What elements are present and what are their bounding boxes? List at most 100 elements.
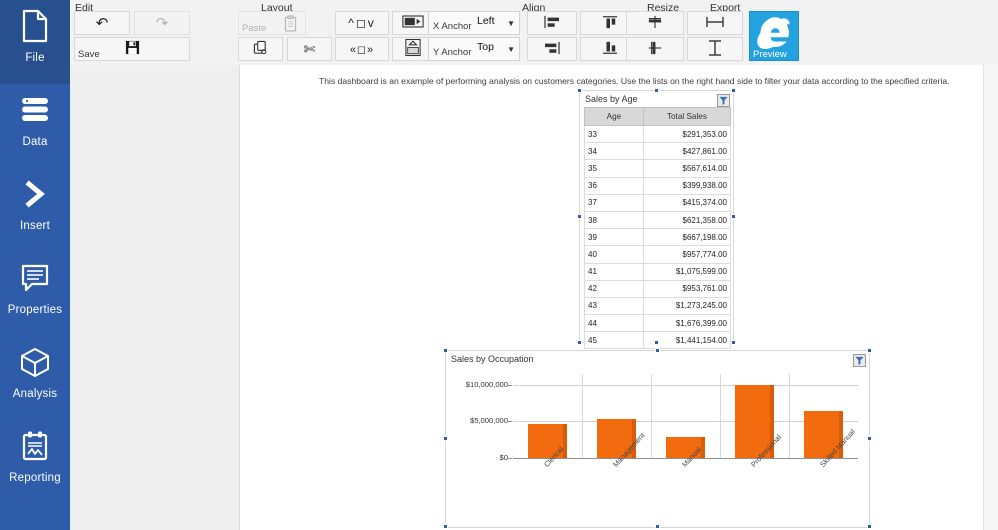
y-axis-tick <box>508 458 512 459</box>
same-width-button[interactable] <box>687 11 743 35</box>
x-anchor-value: Left <box>477 15 495 27</box>
resize-handle-s[interactable] <box>654 340 659 345</box>
sidebar-item-reporting[interactable]: Reporting <box>0 420 70 504</box>
y-anchor-select[interactable]: Y Anchor Top ▼ <box>428 37 520 61</box>
sidebar-item-label: Analysis <box>12 388 58 400</box>
filter-icon[interactable] <box>717 94 730 107</box>
table-body: 33 $291,353.00 34 $427,861.00 35 $567,614.00 3… <box>584 124 732 350</box>
paste-button[interactable]: Paste <box>238 11 306 35</box>
cell-age: 41 <box>584 262 644 281</box>
resize-handle-ne[interactable] <box>867 348 872 353</box>
table-row[interactable]: 37 $415,374.00 <box>584 193 732 212</box>
table-row[interactable]: 36 $399,938.00 <box>584 176 732 195</box>
redo-button[interactable]: ↷ <box>134 11 190 35</box>
widget-title: Sales by Age <box>585 94 638 104</box>
table-row[interactable]: 34 $427,861.00 <box>584 142 732 161</box>
workspace: This dashboard is an example of performi… <box>70 65 998 530</box>
resize-handle-n[interactable] <box>654 88 659 93</box>
move-vertical-icon: ^◻v <box>348 16 376 30</box>
table-row[interactable]: 35 $567,614.00 <box>584 159 732 178</box>
cell-total-sales: $621,358.00 <box>642 210 732 230</box>
same-height-button[interactable] <box>687 37 743 61</box>
paste-label: Paste <box>242 22 267 34</box>
cell-age: 43 <box>584 296 644 316</box>
table-row[interactable]: 44 $1,676,399.00 <box>584 314 732 333</box>
sidebar-item-properties[interactable]: Properties <box>0 252 70 336</box>
align-center-vertical-button[interactable] <box>626 37 684 61</box>
align-center-horizontal-button[interactable] <box>626 11 684 35</box>
move-horizontal-icon: «◻» <box>349 43 375 56</box>
resize-handle-se[interactable] <box>731 340 736 345</box>
cell-total-sales: $291,353.00 <box>642 124 732 144</box>
cell-total-sales: $399,938.00 <box>642 176 732 195</box>
align-right-icon <box>543 41 561 58</box>
resize-handle-sw[interactable] <box>443 524 448 529</box>
send-to-back-icon <box>405 38 421 60</box>
category-separator <box>720 374 721 458</box>
y-axis-tick <box>508 421 512 422</box>
table-row[interactable]: 42 $953,761.00 <box>584 279 732 298</box>
resize-handle-se[interactable] <box>867 524 872 529</box>
table-row[interactable]: 39 $667,198.00 <box>584 228 732 247</box>
align-left-button[interactable] <box>527 11 577 35</box>
clipboard-chart-icon <box>20 420 50 472</box>
resize-handle-n[interactable] <box>655 348 660 353</box>
table-row[interactable]: 40 $957,774.00 <box>584 245 732 264</box>
move-vertical-button[interactable]: ^◻v <box>335 11 389 35</box>
resize-handle-sw[interactable] <box>577 340 582 345</box>
undo-icon: ↶ <box>95 14 109 32</box>
chevron-down-icon: ▼ <box>507 45 515 54</box>
resize-handle-nw[interactable] <box>443 348 448 353</box>
resize-handle-w[interactable] <box>443 436 448 441</box>
resize-handle-nw[interactable] <box>577 88 582 93</box>
comment-icon <box>19 252 51 304</box>
table-row[interactable]: 41 $1,075,599.00 <box>584 262 732 281</box>
dashboard-description: This dashboard is an example of performi… <box>319 76 950 86</box>
sidebar: File Data Insert Properties Analysis Rep… <box>0 0 70 530</box>
cell-age: 45 <box>584 331 644 350</box>
sidebar-item-analysis[interactable]: Analysis <box>0 336 70 420</box>
sales-by-occupation-widget[interactable]: Sales by Occupation $0 $5,000,000 $10,000,… <box>445 350 870 528</box>
column-header-age: Age <box>584 107 644 126</box>
table-row[interactable]: 38 $621,358.00 <box>584 210 732 230</box>
save-disk-icon <box>125 40 140 58</box>
resize-handle-e[interactable] <box>731 214 736 219</box>
resize-handle-ne[interactable] <box>731 88 736 93</box>
resize-handle-s[interactable] <box>655 524 660 529</box>
chevron-right-icon <box>20 168 50 220</box>
cut-button[interactable]: ✄ <box>287 37 332 61</box>
sidebar-item-label: Insert <box>20 220 50 232</box>
align-bottom-icon <box>601 41 619 58</box>
bring-to-front-icon <box>402 15 424 31</box>
cell-age: 38 <box>584 210 644 230</box>
y-anchor-label: Y Anchor <box>433 47 472 58</box>
align-top-icon <box>601 15 619 32</box>
table-row[interactable]: 43 $1,273,245.00 <box>584 296 732 316</box>
export-preview-label: Preview <box>753 49 787 60</box>
resize-handle-e[interactable] <box>867 436 872 441</box>
copy-button[interactable] <box>238 37 283 61</box>
sales-by-age-widget[interactable]: Sales by Age Age Total Sales 33 $291,353.… <box>579 90 734 350</box>
align-right-button[interactable] <box>527 37 577 61</box>
y-axis-label: $10,000,000 <box>465 380 508 389</box>
sidebar-item-file[interactable]: File <box>0 0 70 84</box>
table-row[interactable]: 33 $291,353.00 <box>584 124 732 144</box>
cell-total-sales: $953,761.00 <box>642 279 732 298</box>
sidebar-item-insert[interactable]: Insert <box>0 168 70 252</box>
cell-total-sales: $957,774.00 <box>642 245 732 264</box>
dashboard-canvas[interactable]: This dashboard is an example of performi… <box>240 65 984 530</box>
clipboard-icon <box>284 15 297 35</box>
scissors-icon: ✄ <box>303 41 316 57</box>
bar-shade <box>701 437 705 458</box>
x-anchor-select[interactable]: X Anchor Left ▼ <box>428 11 520 35</box>
move-horizontal-button[interactable]: «◻» <box>335 37 389 61</box>
cell-age: 36 <box>584 176 644 195</box>
sidebar-item-data[interactable]: Data <box>0 84 70 168</box>
save-button[interactable]: Save <box>74 37 190 61</box>
export-preview-button[interactable]: Preview <box>749 11 799 61</box>
sidebar-item-label: Reporting <box>9 472 61 484</box>
application-window: File Data Insert Properties Analysis Rep… <box>0 0 998 530</box>
undo-button[interactable]: ↶ <box>74 11 130 35</box>
resize-handle-w[interactable] <box>577 214 582 219</box>
cell-age: 35 <box>584 159 644 178</box>
